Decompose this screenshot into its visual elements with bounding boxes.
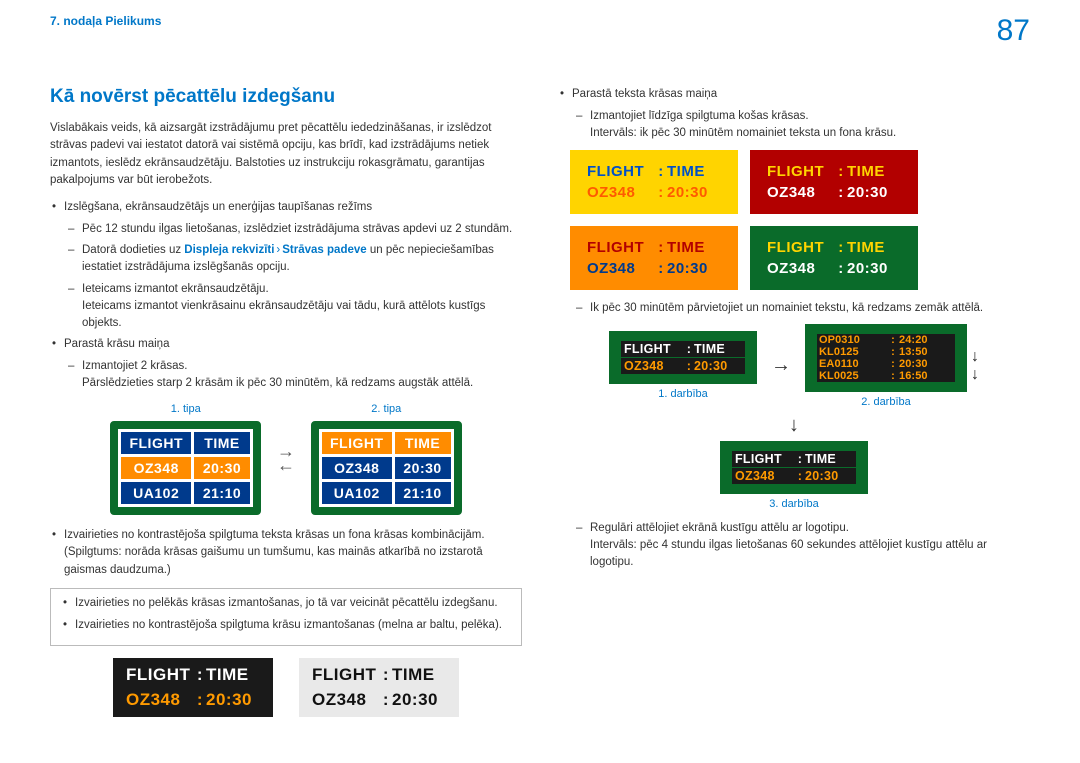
board-type1: FLIGHTTIME OZ34820:30 UA10221:10: [110, 421, 261, 515]
step3-label: 3. darbība: [769, 498, 819, 510]
header: 7. nodaļa Pielikums 87: [50, 14, 1030, 48]
dash-logo: Regulāri attēlojiet ekrānā kustīgu attēl…: [576, 520, 1030, 572]
kw-display: Displeja rekvizīti: [184, 244, 274, 256]
left-column: Kā novērst pēcattēlu izdegšanu Vislabāka…: [50, 86, 522, 717]
bullet-text-color: Parastā teksta krāsas maiņa: [558, 86, 1030, 104]
page-number: 87: [997, 14, 1030, 48]
bullet-color-change: Parastā krāsu maiņa: [50, 336, 522, 354]
note-contrast: Izvairieties no kontrastējoša spilgtuma …: [61, 617, 511, 635]
scroll-arrows-icon: ↓↓: [971, 351, 979, 381]
panel-red: FLIGHT:TIME OZ348:20:30: [750, 150, 918, 214]
dash-display-props: Datorā dodieties uz Displeja rekvizīti›S…: [68, 242, 522, 277]
panel-orange: FLIGHT:TIME OZ348:20:30: [570, 226, 738, 290]
dash-move-text: Ik pēc 30 minūtēm pārvietojiet un nomain…: [576, 300, 1030, 317]
swap-arrows-icon: →←: [277, 446, 295, 471]
type2-label: 2. tipa: [371, 403, 401, 415]
color-panels-grid: FLIGHT:TIME OZ348:20:30 FLIGHT:TIME OZ34…: [570, 150, 1030, 290]
board-step3: FLIGHT:TIME OZ348:20:30: [720, 441, 868, 494]
board-type2: FLIGHTTIME OZ34820:30 UA10221:10: [311, 421, 462, 515]
bullet-power-saver: Izslēgšana, ekrānsaudzētājs un enerģijas…: [50, 199, 522, 217]
dash-2colors: Izmantojiet 2 krāsas. Pārslēdzieties sta…: [68, 358, 522, 393]
step1-label: 1. darbība: [658, 388, 708, 400]
breadcrumb: 7. nodaļa Pielikums: [50, 14, 161, 28]
kw-power: Strāvas padeve: [282, 244, 366, 256]
arrow-right-icon: →: [771, 354, 791, 377]
panel-green: FLIGHT:TIME OZ348:20:30: [750, 226, 918, 290]
dash-similar-brightness: Izmantojiet līdzīga spilgtuma košas krās…: [576, 108, 1030, 143]
arrow-down-icon: ↓: [558, 414, 1030, 437]
kw-separator: ›: [276, 244, 280, 256]
panel-light: FLIGHT:TIME OZ348:20:30: [299, 658, 459, 717]
intro-paragraph: Vislabākais veids, kā aizsargāt izstrādā…: [50, 120, 522, 189]
board-step2: OP0310:24:20 KL0125:13:50 EA0110:20:30 K…: [805, 324, 967, 392]
dash-12h: Pēc 12 stundu ilgas lietošanas, izslēdzi…: [68, 221, 522, 238]
board-step1: FLIGHT:TIME OZ348:20:30: [609, 331, 757, 384]
right-column: Parastā teksta krāsas maiņa Izmantojiet …: [558, 86, 1030, 717]
step2-label: 2. darbība: [861, 396, 911, 408]
page-title: Kā novērst pēcattēlu izdegšanu: [50, 86, 522, 108]
type-boards-row: 1. tipa FLIGHTTIME OZ34820:30 UA10221:10…: [50, 403, 522, 515]
type1-label: 1. tipa: [171, 403, 201, 415]
contrast-panels: FLIGHT:TIME OZ348:20:30 FLIGHT:TIME OZ34…: [50, 658, 522, 717]
dash-screensaver: Ieteicams izmantot ekrānsaudzētāju. Iete…: [68, 281, 522, 333]
panel-yellow-blue: FLIGHT:TIME OZ348:20:30: [570, 150, 738, 214]
note-box: Izvairieties no pelēkās krāsas izmantoša…: [50, 588, 522, 646]
note-grey: Izvairieties no pelēkās krāsas izmantoša…: [61, 595, 511, 613]
bullet-contrast: Izvairieties no kontrastējoša spilgtuma …: [50, 527, 522, 580]
panel-dark: FLIGHT:TIME OZ348:20:30: [113, 658, 273, 717]
step-flow-row: FLIGHT:TIME OZ348:20:30 1. darbība → OP0…: [558, 324, 1030, 408]
